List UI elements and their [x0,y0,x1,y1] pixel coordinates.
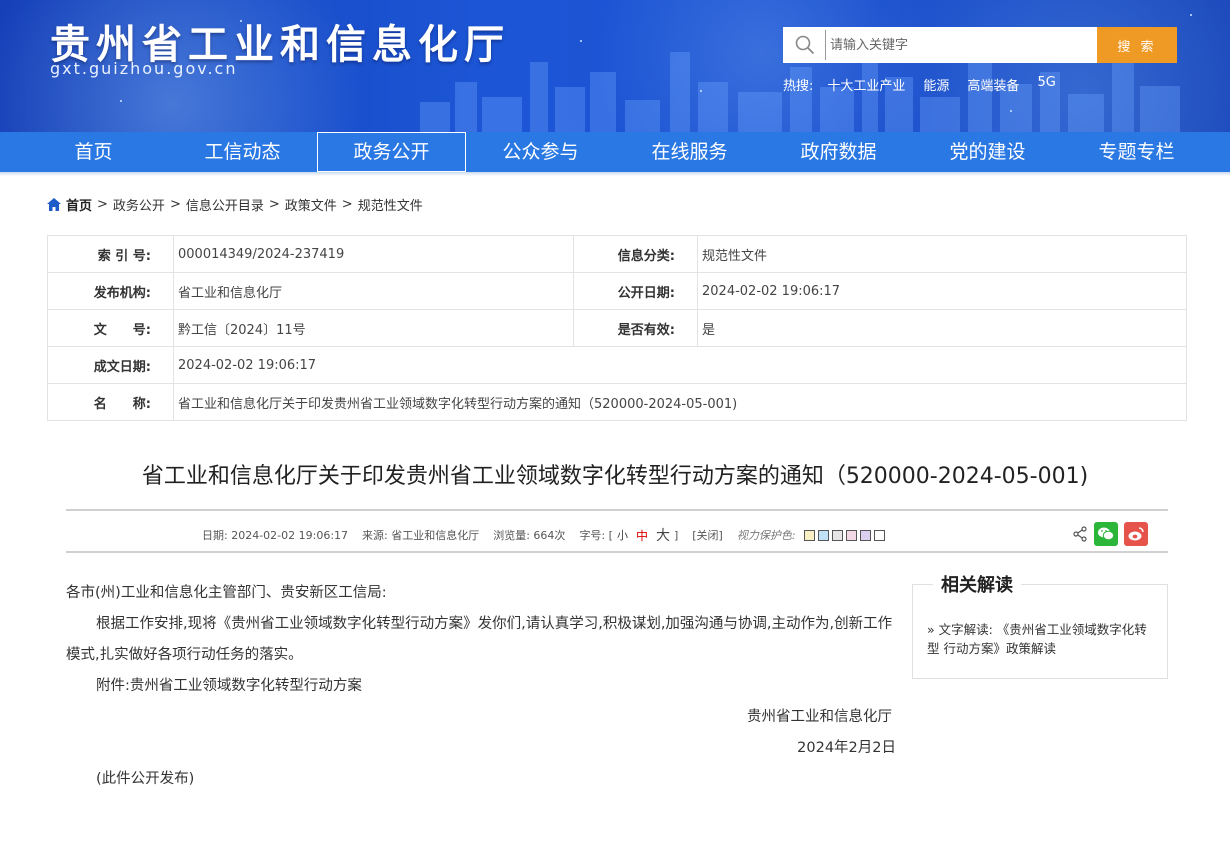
star-decoration [1190,14,1192,16]
related-interpretation-title: 相关解读 [933,571,1021,597]
eye-protection-color-gray[interactable] [831,529,843,541]
breadcrumb-separator: > [97,197,108,212]
nav-item-online-services[interactable]: 在线服务 [615,132,764,172]
eye-protection-color-yellow[interactable] [803,529,815,541]
breadcrumb: 首页 > 政务公开 > 信息公开目录 > 政策文件 > 规范性文件 [47,195,423,214]
star-decoration [1010,110,1012,112]
share-bar [1072,522,1148,546]
main-nav: 首页 工信动态 政务公开 公众参与 在线服务 政府数据 党的建设 专题专栏 [0,132,1230,172]
document-info-table: 索 引 号: 000014349/2024-237419 信息分类: 规范性文件… [47,235,1187,421]
doc-number-label: 文 号: [47,309,174,347]
document-name-value: 省工业和信息化厅关于印发贵州省工业领域数字化转型行动方案的通知（520000-2… [173,383,1187,421]
article-body: 各市(州)工业和信息化主管部门、贵安新区工信局: 根据工作安排,现将《贵州省工业… [66,578,896,795]
search-box [783,27,1097,63]
written-date-value: 2024-02-02 19:06:17 [173,346,1187,384]
eye-protection-color-blue[interactable] [817,529,829,541]
meta-date: 日期: 2024-02-02 19:06:17 [202,529,349,542]
site-domain: gxt.guizhou.gov.cn [50,59,238,78]
index-label: 索 引 号: [47,235,174,273]
nav-item-party-building[interactable]: 党的建设 [913,132,1062,172]
weibo-share-icon[interactable] [1124,522,1148,546]
nav-item-government-data[interactable]: 政府数据 [764,132,913,172]
breadcrumb-item[interactable]: 信息公开目录 [186,195,264,214]
table-row: 索 引 号: 000014349/2024-237419 信息分类: 规范性文件 [47,235,1187,273]
breadcrumb-home[interactable]: 首页 [47,195,92,214]
breadcrumb-item[interactable]: 规范性文件 [358,195,423,214]
hot-search-item[interactable]: 高端装备 [967,75,1019,94]
nav-item-news[interactable]: 工信动态 [168,132,317,172]
article-paragraph: 根据工作安排,现将《贵州省工业领域数字化转型行动方案》发你们,请认真学习,积极谋… [66,616,893,663]
close-page-button[interactable]: [关闭] [692,527,723,543]
publish-note: (此件公开发布) [96,771,195,787]
table-row: 发布机构: 省工业和信息化厅 公开日期: 2024-02-02 19:06:17 [47,272,1187,310]
table-row: 名 称: 省工业和信息化厅关于印发贵州省工业领域数字化转型行动方案的通知（520… [47,383,1187,421]
eye-protection-color-purple[interactable] [859,529,871,541]
hot-search-item[interactable]: 能源 [923,75,949,94]
nav-item-home[interactable]: 首页 [19,132,168,172]
written-date-label: 成文日期: [47,346,174,384]
font-size-large-button[interactable]: 大 [656,525,670,545]
breadcrumb-item[interactable]: 政务公开 [113,195,165,214]
signature-date: 2024年2月2日 [797,740,896,756]
article-title: 省工业和信息化厅关于印发贵州省工业领域数字化转型行动方案的通知（520000-2… [141,464,1089,489]
home-icon [47,198,61,211]
related-interpretation-panel: 相关解读 » 文字解读: 《贵州省工业领域数字化转型 行动方案》政策解读 [912,571,1168,679]
doc-number-value: 黔工信〔2024〕11号 [173,309,574,347]
eye-protection-color-pink[interactable] [845,529,857,541]
star-decoration [580,40,582,42]
nav-item-special-topics[interactable]: 专题专栏 [1062,132,1211,172]
hot-search-item[interactable]: 5G [1037,75,1055,94]
font-size-medium-button[interactable]: 中 [636,527,648,544]
publisher-value: 省工业和信息化厅 [173,272,574,310]
validity-value: 是 [697,309,1187,347]
star-decoration [120,100,122,102]
breadcrumb-separator: > [268,197,280,212]
index-value: 000014349/2024-237419 [173,235,574,273]
search-button[interactable]: 搜 索 [1097,27,1177,63]
table-row: 文 号: 黔工信〔2024〕11号 是否有效: 是 [47,309,1187,347]
article-meta: 日期: 2024-02-02 19:06:17 来源: 省工业和信息化厅 浏览量… [202,525,888,545]
hot-search: 热搜: 十大工业产业 能源 高端装备 5G [783,75,1074,94]
article-salutation: 各市(州)工业和信息化主管部门、贵安新区工信局: [66,585,387,601]
meta-views: 浏览量: 664次 [493,529,566,542]
eye-protection-color-white[interactable] [873,529,885,541]
share-icon[interactable] [1072,526,1088,542]
nav-item-government-affairs[interactable]: 政务公开 [317,132,466,172]
article-meta-bar: 日期: 2024-02-02 19:06:17 来源: 省工业和信息化厅 浏览量… [66,509,1168,553]
hot-search-label: 热搜: [783,79,814,94]
breadcrumb-separator: > [169,197,181,212]
breadcrumb-separator: > [341,197,353,212]
nav-item-public-participation[interactable]: 公众参与 [466,132,615,172]
nav-shadow [0,172,1230,176]
font-size-close-bracket: ] [673,528,679,542]
wechat-share-icon[interactable] [1094,522,1118,546]
validity-label: 是否有效: [573,309,698,347]
hot-search-item[interactable]: 十大工业产业 [827,75,905,94]
public-date-label: 公开日期: [573,272,698,310]
table-row: 成文日期: 2024-02-02 19:06:17 [47,346,1187,384]
meta-source: 来源: 省工业和信息化厅 [362,529,480,542]
publisher-label: 发布机构: [47,272,174,310]
article-attachment[interactable]: 附件:贵州省工业领域数字化转型行动方案 [66,671,896,702]
search-input[interactable] [825,30,1085,60]
signature-organization: 贵州省工业和信息化厅 [747,709,892,725]
font-size-small-button[interactable]: 小 [617,527,628,543]
breadcrumb-home-label: 首页 [66,199,93,214]
search-icon [795,27,825,63]
breadcrumb-item[interactable]: 政策文件 [285,195,337,214]
document-name-label: 名 称: [47,383,174,421]
font-size-label: 字号: [ [579,529,613,542]
category-value: 规范性文件 [697,235,1187,273]
category-label: 信息分类: [573,235,698,273]
related-interpretation-link[interactable]: » 文字解读: 《贵州省工业领域数字化转型 行动方案》政策解读 [927,620,1157,658]
star-decoration [700,90,702,92]
site-header: 贵州省工业和信息化厅 gxt.guizhou.gov.cn 搜 索 热搜: 十大… [0,0,1230,132]
public-date-value: 2024-02-02 19:06:17 [697,272,1187,310]
eye-protection-label: 视力保护色: [736,529,796,542]
